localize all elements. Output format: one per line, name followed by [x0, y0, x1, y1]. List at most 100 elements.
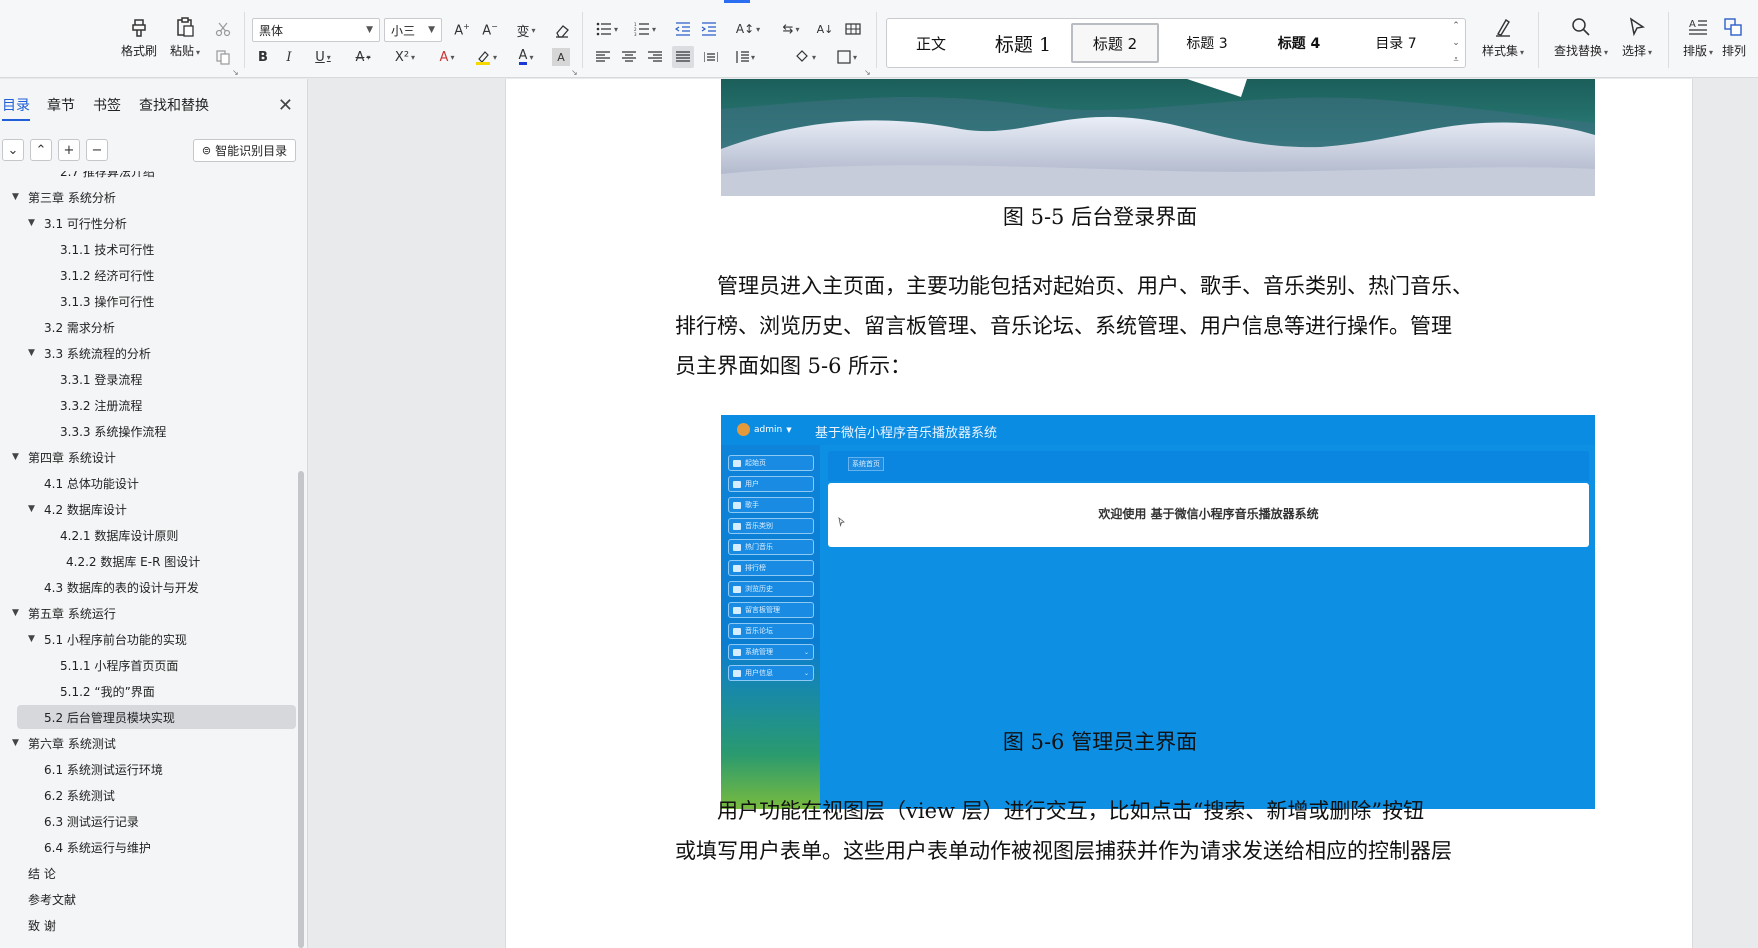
gallery-scroll[interactable]: ⌃ ⌄ ⩡	[1449, 21, 1463, 65]
superscript-button[interactable]: X² ▾	[388, 48, 422, 66]
expand-arrow-icon[interactable]: ▼	[12, 608, 19, 618]
style-heading-4[interactable]: 标题 4	[1255, 23, 1343, 63]
expand-arrow-icon[interactable]: ▼	[28, 504, 35, 514]
tab-chapters[interactable]: 章节	[47, 95, 75, 115]
tab-bookmarks[interactable]: 书签	[93, 95, 121, 115]
toc-item[interactable]: 2.7 推荐算法介绍	[0, 171, 296, 183]
justify-button[interactable]	[672, 46, 694, 68]
toc-item[interactable]: 3.1.1 技术可行性	[0, 237, 296, 261]
table-tools-button[interactable]	[844, 20, 862, 38]
style-heading-1[interactable]: 标题 1	[979, 23, 1067, 63]
format-painter-button[interactable]: 格式刷	[117, 16, 161, 68]
toc-item[interactable]: 4.2.1 数据库设计原则	[0, 523, 296, 547]
toc-item[interactable]: 致 谢	[0, 913, 296, 937]
numbering-button[interactable]: 1 2 3 ▾	[630, 20, 660, 38]
expand-arrow-icon[interactable]: ▼	[28, 348, 35, 358]
text-direction-button[interactable]: A↕ ▾	[732, 20, 764, 38]
toc-item[interactable]: 5.1.1 小程序首页页面	[0, 653, 296, 677]
copy-button[interactable]	[214, 48, 232, 66]
toc-item[interactable]: 6.2 系统测试	[0, 783, 296, 807]
toc-item[interactable]: ▼ 5.1 小程序前台功能的实现	[0, 627, 296, 651]
font-name-dropdown[interactable]: 黑体 ▼	[252, 18, 380, 42]
expand-arrow-icon[interactable]: ▼	[12, 738, 19, 748]
toc-item[interactable]: 5.2 后台管理员模块实现	[17, 705, 296, 729]
increase-indent-button[interactable]	[700, 20, 718, 38]
toc-item[interactable]: ▼ 第四章 系统设计	[0, 445, 296, 469]
toc-item[interactable]: 3.1.2 经济可行性	[0, 263, 296, 287]
bullets-button[interactable]: ▾	[592, 20, 622, 38]
expand-arrow-icon[interactable]: ▼	[28, 634, 35, 644]
toc-item[interactable]: ▼ 3.3 系统流程的分析	[0, 341, 296, 365]
style-normal[interactable]: 正文	[887, 23, 975, 63]
toc-item[interactable]: 3.1.3 操作可行性	[0, 289, 296, 313]
toc-item[interactable]: ▼ 4.2 数据库设计	[0, 497, 296, 521]
tab-find-replace[interactable]: 查找和替换	[139, 95, 209, 115]
toc-item[interactable]: 3.2 需求分析	[0, 315, 296, 339]
align-left-button[interactable]	[594, 48, 612, 66]
bold-button[interactable]: B	[254, 48, 272, 66]
tab-toc[interactable]: 目录	[2, 95, 30, 121]
chinese-layout-button[interactable]: ⇆ ▾	[776, 20, 806, 38]
style-set-button[interactable]: 样式集 ▾	[1478, 16, 1528, 68]
sort-button[interactable]: A↓	[816, 20, 834, 38]
toc-item[interactable]: 结 论	[0, 861, 296, 885]
toc-item[interactable]: 4.1 总体功能设计	[0, 471, 296, 495]
arrange-button[interactable]: 排列	[1722, 16, 1758, 68]
toc-item[interactable]: 3.3.3 系统操作流程	[0, 419, 296, 443]
toc-item[interactable]: 参考文献	[0, 887, 296, 911]
toc-item[interactable]: 3.3.1 登录流程	[0, 367, 296, 391]
expand-icon[interactable]: ⩡	[1453, 55, 1458, 65]
highlight-button[interactable]: ▾	[470, 48, 502, 66]
borders-button[interactable]: ▾	[832, 48, 862, 66]
clear-format-button[interactable]	[552, 20, 572, 40]
underline-button[interactable]: U ▾	[308, 48, 338, 66]
remove-heading-button[interactable]: −	[86, 139, 108, 161]
find-replace-button[interactable]: 查找替换 ▾	[1550, 16, 1612, 68]
toc-item[interactable]: ▼ 第三章 系统分析	[0, 185, 296, 209]
add-heading-button[interactable]: +	[58, 139, 80, 161]
select-button[interactable]: 选择 ▾	[1616, 16, 1658, 68]
style-heading-3[interactable]: 标题 3	[1163, 23, 1251, 63]
toc-item[interactable]: 6.1 系统测试运行环境	[0, 757, 296, 781]
shrink-font-button[interactable]: A−	[480, 20, 500, 40]
align-right-button[interactable]	[646, 48, 664, 66]
toc-item[interactable]: 4.2.2 数据库 E-R 图设计	[0, 549, 296, 573]
text-effect-button[interactable]: A ▾	[432, 48, 462, 66]
toc-item[interactable]: 6.3 测试运行记录	[0, 809, 296, 833]
toc-item[interactable]: 3.3.2 注册流程	[0, 393, 296, 417]
decrease-indent-button[interactable]	[674, 20, 692, 38]
promote-button[interactable]: ⌃	[30, 139, 52, 161]
expand-arrow-icon[interactable]: ▼	[28, 218, 35, 228]
toc-item[interactable]: ▼ 3.1 可行性分析	[0, 211, 296, 235]
font-color-button[interactable]: A ▾	[510, 48, 542, 66]
toc-item[interactable]: 6.4 系统运行与维护	[0, 835, 296, 859]
expand-arrow-icon[interactable]: ▼	[12, 452, 19, 462]
font-launcher-icon[interactable]: ↘	[571, 68, 578, 77]
shading-button[interactable]: ▾	[790, 48, 820, 66]
smart-toc-button[interactable]: ⊜ 智能识别目录	[193, 139, 296, 162]
grow-font-button[interactable]: A+	[452, 20, 472, 40]
align-center-button[interactable]	[620, 48, 638, 66]
italic-button[interactable]: I	[280, 48, 298, 66]
toc-item[interactable]: 4.3 数据库的表的设计与开发	[0, 575, 296, 599]
line-spacing-button[interactable]: ▾	[730, 48, 760, 66]
toc-item[interactable]: ▼ 第六章 系统测试	[0, 731, 296, 755]
collapse-button[interactable]: ⌄	[2, 139, 24, 161]
style-toc-7[interactable]: 目录 7	[1347, 23, 1445, 63]
paste-button[interactable]: 粘贴 ▾	[163, 16, 207, 68]
toc-item[interactable]: 5.1.2 “我的”界面	[0, 679, 296, 703]
cut-button[interactable]	[214, 20, 232, 38]
toc-item[interactable]: ▼ 第五章 系统运行	[0, 601, 296, 625]
distribute-button[interactable]	[702, 48, 720, 66]
phonetic-button[interactable]: 变 ▾	[510, 20, 542, 40]
paragraph-launcher-icon[interactable]: ↘	[864, 68, 871, 77]
clipboard-launcher-icon[interactable]: ↘	[232, 68, 239, 77]
sidebar-scrollbar[interactable]	[298, 471, 304, 948]
font-size-dropdown[interactable]: 小三 ▼	[384, 18, 442, 42]
char-shading-button[interactable]: A	[552, 48, 570, 66]
chevron-down-icon[interactable]: ⌄	[1452, 38, 1460, 48]
close-icon[interactable]: ✕	[278, 95, 293, 116]
layout-button[interactable]: A 排版 ▾	[1676, 16, 1720, 68]
strikethrough-button[interactable]: A ▾	[348, 48, 378, 66]
expand-arrow-icon[interactable]: ▼	[12, 192, 19, 202]
